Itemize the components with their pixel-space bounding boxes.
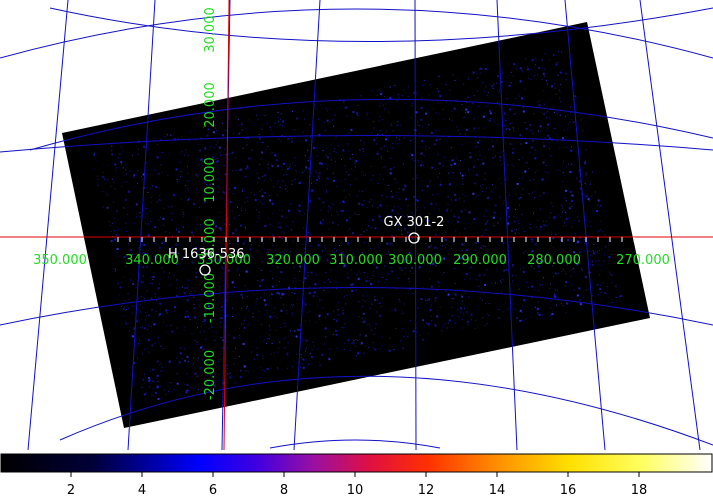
colorbar-tick-label: 10 [347,483,364,498]
lat-label: 20.000 [203,82,218,128]
latitude-gridline [269,439,441,449]
colorbar[interactable]: 2 4 6 8 10 12 14 16 18 [0,452,713,498]
colorbar-tick-label: 8 [280,483,288,498]
sky-map[interactable]: 350.000 340.000 330.000 320.000 310.000 … [0,0,713,450]
colorbar-gradient[interactable] [0,453,713,473]
colorbar-tick-label: 12 [418,483,435,498]
colorbar-tick-label: 14 [489,483,506,498]
lon-label: 300.000 [388,253,442,268]
lon-label: 280.000 [527,253,581,268]
lat-label: -10.000 [203,273,218,323]
colorbar-tick-label: 18 [631,483,648,498]
longitude-gridline [27,0,69,450]
lon-label: 290.000 [453,253,507,268]
source-label: GX 301-2 [384,215,445,230]
colorbar-tick-label: 4 [138,483,146,498]
longitude-labels: 350.000 340.000 330.000 320.000 310.000 … [33,253,670,268]
lat-label: 10.000 [203,157,218,203]
source-label: H 1636-536 [168,247,245,262]
latitude-gridline [49,7,713,42]
colorbar-tick-label: 2 [67,483,75,498]
longitude-gridline [639,0,701,450]
lon-label: 350.000 [33,253,87,268]
latitude-gridline [0,8,713,59]
sky-image-panel[interactable]: 350.000 340.000 330.000 320.000 310.000 … [0,0,713,450]
colorbar-graphic[interactable]: 2 4 6 8 10 12 14 16 18 [0,452,713,498]
colorbar-tick-label: 6 [209,483,217,498]
lon-label: 270.000 [616,253,670,268]
lon-label: 320.000 [266,253,320,268]
lat-label: 30.000 [203,7,218,53]
lat-label: -20.000 [203,350,218,400]
colorbar-ticks: 2 4 6 8 10 12 14 16 18 [67,472,647,498]
colorbar-tick-label: 16 [560,483,577,498]
lon-label: 310.000 [329,253,383,268]
